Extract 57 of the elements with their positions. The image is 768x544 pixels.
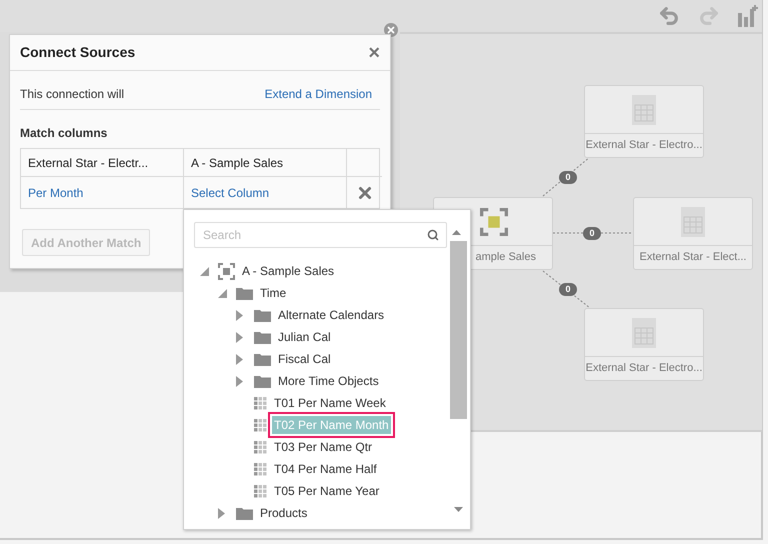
spreadsheet-icon bbox=[632, 318, 656, 348]
dataset-icon bbox=[218, 262, 235, 280]
source-node[interactable]: External Star - Elect... bbox=[633, 197, 753, 270]
folder-icon bbox=[254, 352, 271, 366]
tree-item[interactable]: More Time Objects bbox=[276, 372, 381, 390]
grid-icon bbox=[254, 484, 267, 498]
expanded-arrow-icon[interactable] bbox=[218, 288, 227, 298]
folder-icon bbox=[236, 286, 253, 300]
collapsed-arrow-icon[interactable] bbox=[236, 376, 243, 386]
node-label: ample Sales bbox=[475, 250, 536, 266]
tree-item[interactable]: T05 Per Name Year bbox=[272, 482, 382, 500]
undo-icon[interactable] bbox=[658, 5, 680, 27]
section-heading: Match columns bbox=[20, 125, 108, 142]
source-node[interactable]: External Star - Electro... bbox=[584, 85, 704, 158]
collapsed-arrow-icon[interactable] bbox=[236, 310, 243, 320]
search-field[interactable]: Search bbox=[194, 222, 447, 248]
dialog-title: Connect Sources bbox=[20, 43, 136, 62]
tree-item[interactable]: A - Sample Sales bbox=[240, 262, 336, 280]
collapsed-arrow-icon[interactable] bbox=[236, 332, 243, 342]
column-header: External Star - Electr... bbox=[21, 149, 184, 177]
tree-item[interactable]: T04 Per Name Half bbox=[272, 460, 379, 478]
spreadsheet-icon bbox=[632, 94, 656, 124]
grid-icon bbox=[254, 440, 267, 454]
tree-item[interactable]: T01 Per Name Week bbox=[272, 394, 388, 412]
node-label: External Star - Electro... bbox=[586, 138, 702, 154]
extend-dimension-link[interactable]: Extend a Dimension bbox=[264, 85, 372, 103]
add-chart-icon[interactable] bbox=[738, 5, 758, 27]
source-node[interactable]: External Star - Electro... bbox=[584, 308, 704, 381]
tree-item[interactable]: Time bbox=[258, 284, 288, 302]
connection-label: This connection will bbox=[20, 86, 124, 103]
close-button[interactable]: × bbox=[368, 42, 380, 62]
grid-icon bbox=[254, 462, 267, 476]
tree-item[interactable]: Products bbox=[258, 504, 310, 522]
collapsed-arrow-icon[interactable] bbox=[218, 508, 225, 518]
tree-item[interactable]: Alternate Calendars bbox=[276, 306, 386, 324]
dataset-icon bbox=[480, 208, 508, 236]
expanded-arrow-icon[interactable] bbox=[200, 266, 209, 276]
grid-icon bbox=[254, 396, 267, 410]
node-label: External Star - Elect... bbox=[640, 250, 746, 266]
node-label: External Star - Electro... bbox=[586, 361, 702, 376]
folder-icon bbox=[254, 308, 271, 322]
scroll-up-icon[interactable] bbox=[452, 230, 461, 235]
spreadsheet-icon bbox=[681, 206, 705, 236]
grid-icon bbox=[254, 418, 267, 432]
tree-item[interactable]: T03 Per Name Qtr bbox=[272, 438, 374, 456]
column-header: A - Sample Sales bbox=[184, 149, 347, 177]
scroll-down-icon[interactable] bbox=[454, 507, 463, 512]
scrollbar-thumb[interactable] bbox=[450, 241, 467, 419]
folder-icon bbox=[254, 374, 271, 388]
search-icon[interactable] bbox=[427, 229, 439, 241]
tree-item[interactable]: Fiscal Cal bbox=[276, 350, 333, 368]
column-link[interactable]: Per Month bbox=[21, 177, 184, 208]
folder-icon bbox=[236, 506, 253, 520]
column-link[interactable]: Select Column bbox=[184, 177, 347, 208]
folder-icon bbox=[254, 330, 271, 344]
collapsed-arrow-icon[interactable] bbox=[236, 354, 243, 364]
tree-item[interactable]: Julian Cal bbox=[276, 328, 333, 346]
